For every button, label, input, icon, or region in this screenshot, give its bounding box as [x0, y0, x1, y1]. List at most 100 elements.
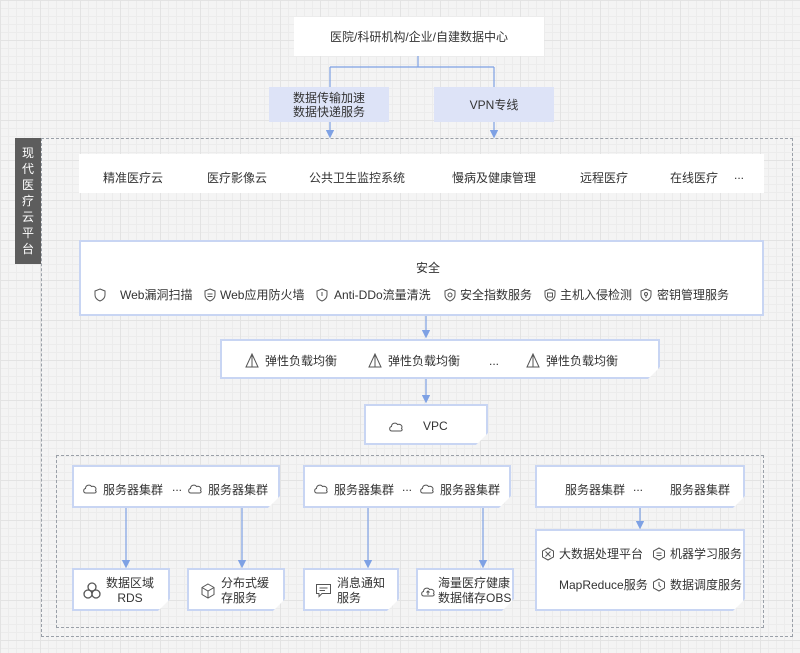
obs-label-1: 海量医疗健康 [438, 576, 511, 590]
data-transfer-label-1: 数据传输加速 [292, 90, 365, 105]
platform-char: 疗 [21, 194, 34, 208]
cluster-ellipsis: ... [172, 480, 183, 494]
cluster-label: 服务器集群 [334, 483, 395, 497]
cluster-label: 服务器集群 [208, 483, 269, 497]
vpc-box: VPC [364, 404, 488, 445]
notify-label-2: 服务 [337, 591, 362, 605]
firewall-shield-icon [204, 287, 216, 302]
platform-char: 平 [21, 226, 34, 240]
elb-box: 弹性负载均衡 弹性负载均衡 ... 弹性负载均衡 [220, 339, 660, 379]
database-cluster-icon [82, 581, 102, 601]
load-balancer-icon [367, 353, 383, 369]
cube-icon [200, 583, 216, 599]
bigdata-label: 大数据处理平台 [559, 547, 644, 561]
scheduler-icon [652, 578, 666, 592]
app-item: ... [734, 168, 745, 182]
vpn-label: VPN专线 [469, 98, 519, 112]
cluster-label: 服务器集群 [670, 483, 731, 497]
apps-row: 精准医疗云 医疗影像云 公共卫生监控系统 慢病及健康管理 远程医疗 在线医疗 .… [79, 154, 764, 193]
cloud-icon [419, 482, 435, 494]
bigdata-label: 机器学习服务 [670, 547, 743, 561]
app-item: 公共卫生监控系统 [309, 171, 406, 185]
platform-label: 现 代 医 疗 云 平 台 [15, 138, 41, 264]
security-item: 主机入侵检测 [543, 286, 632, 303]
elb-label: 弹性负载均衡 [265, 354, 338, 368]
security-item-label: 主机入侵检测 [560, 288, 633, 302]
elb-item: 弹性负载均衡 [525, 352, 618, 369]
cache-label-2: 存服务 [221, 591, 258, 605]
cluster-label: 服务器集群 [440, 483, 501, 497]
cloud-icon [187, 482, 203, 494]
vpn-box: VPN专线 [434, 87, 554, 122]
security-item: Web应用防火墙 [203, 286, 304, 303]
cluster-label: 服务器集群 [103, 483, 164, 497]
security-item-label: 密钥管理服务 [657, 288, 730, 302]
elb-item: 弹性负载均衡 [244, 352, 337, 369]
cluster-group-2: 服务器集群 ... 服务器集群 [303, 465, 511, 508]
platform-char: 台 [21, 242, 34, 256]
security-box: 安全 Web漏洞扫描 Web应用防火墙 Anti-DDo流量清洗 安全指数服务 … [79, 240, 764, 316]
cloud-icon [82, 482, 98, 494]
cluster-group-3: 服务器集群 ... 服务器集群 [535, 465, 745, 508]
platform-char: 医 [21, 178, 34, 192]
security-item: 安全指数服务 [443, 286, 532, 303]
data-source-box: 医院/科研机构/企业/自建数据中心 [294, 17, 544, 56]
security-item-label: Anti-DDo流量清洗 [334, 288, 431, 302]
bigdata-box: 大数据处理平台 机器学习服务 MapReduce服务 数据调度服务 [535, 529, 745, 611]
platform-char: 现 [21, 146, 34, 160]
bigdata-item: 机器学习服务 [652, 545, 742, 562]
obs-label-2: 数据储存OBS [438, 591, 512, 605]
cloud-icon [313, 482, 329, 494]
platform-char: 云 [21, 210, 34, 224]
vpc-label: VPC [423, 419, 448, 433]
cluster-ellipsis: ... [633, 480, 644, 494]
data-source-label: 医院/科研机构/企业/自建数据中心 [329, 30, 508, 44]
hexagon-node-icon [541, 547, 555, 561]
obs-box: 海量医疗健康 数据储存OBS [416, 568, 514, 611]
rds-box: 数据区域 RDS [72, 568, 170, 611]
data-transfer-label-2: 数据快递服务 [292, 104, 365, 119]
rds-label-2: RDS [117, 591, 143, 605]
notify-label-1: 消息通知 [337, 576, 386, 590]
app-item: 在线医疗 [670, 171, 719, 185]
shield-icon [94, 287, 106, 302]
machine-learning-icon [652, 547, 666, 561]
load-balancer-icon [244, 353, 260, 369]
notify-box: 消息通知 服务 [303, 568, 399, 611]
security-item: Web漏洞扫描 [93, 286, 192, 303]
cache-label-1: 分布式缓 [221, 576, 270, 590]
rds-label-1: 数据区域 [106, 576, 155, 590]
cache-box: 分布式缓 存服务 [187, 568, 285, 611]
anti-ddos-icon [316, 287, 328, 302]
key-icon [640, 287, 652, 302]
elb-label: 弹性负载均衡 [546, 354, 619, 368]
elb-label: 弹性负载均衡 [388, 354, 461, 368]
app-item: 慢病及健康管理 [452, 171, 537, 185]
bigdata-label: 数据调度服务 [670, 578, 743, 592]
security-item: Anti-DDo流量清洗 [315, 286, 431, 303]
security-item-label: Web应用防火墙 [220, 288, 305, 302]
elb-ellipsis: ... [489, 354, 500, 368]
cloud-storage-icon [420, 584, 436, 597]
message-icon [315, 583, 332, 598]
cluster-ellipsis: ... [402, 480, 413, 494]
platform-char: 代 [21, 162, 34, 176]
cluster-group-1: 服务器集群 ... 服务器集群 [72, 465, 280, 508]
bigdata-item: 大数据处理平台 [541, 545, 643, 562]
load-balancer-icon [525, 353, 541, 369]
app-item: 医疗影像云 [207, 171, 268, 185]
security-title: 安全 [416, 261, 441, 275]
security-item: 密钥管理服务 [639, 286, 729, 303]
cloud-icon [388, 419, 404, 433]
cluster-label: 服务器集群 [565, 483, 626, 497]
bigdata-label: MapReduce服务 [559, 578, 648, 592]
data-transfer-box: 数据传输加速 数据快递服务 [269, 87, 389, 122]
app-item: 远程医疗 [580, 171, 629, 185]
security-item-label: 安全指数服务 [460, 288, 533, 302]
bigdata-item: 数据调度服务 [652, 576, 742, 593]
app-item: 精准医疗云 [103, 171, 164, 185]
elb-item: 弹性负载均衡 [367, 352, 460, 369]
security-index-icon [444, 287, 456, 302]
security-item-label: Web漏洞扫描 [120, 288, 193, 302]
host-intrusion-icon [544, 287, 556, 302]
